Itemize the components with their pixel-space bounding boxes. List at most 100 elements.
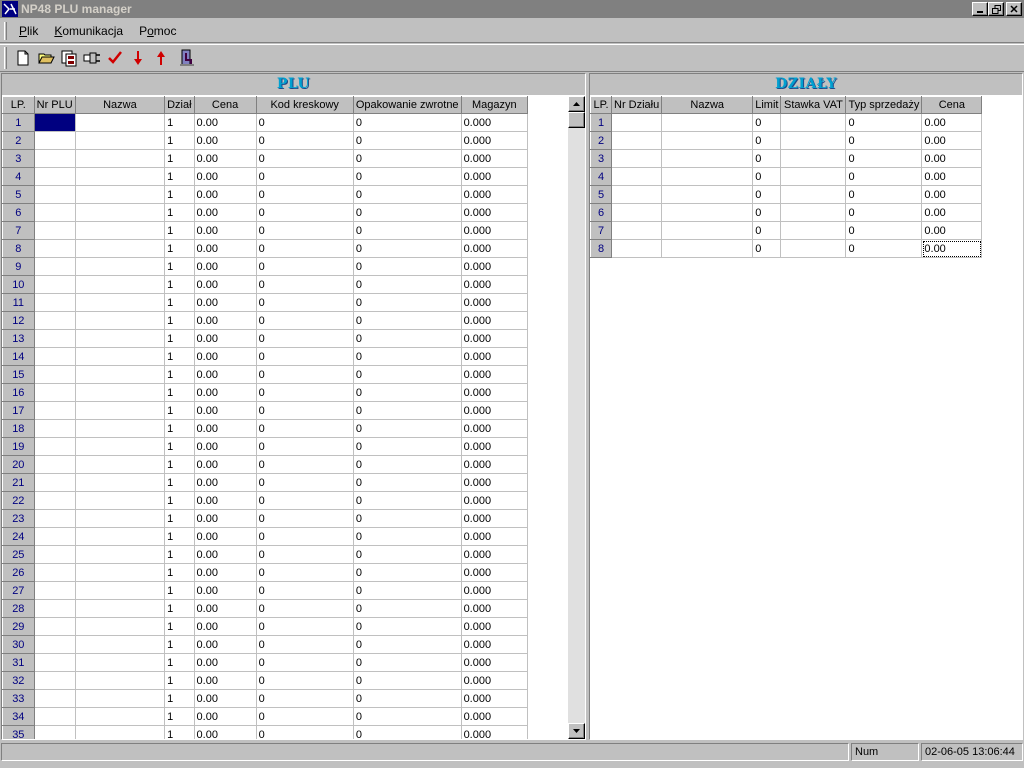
plu-table-row[interactable]: 3 1 0.00 0 0 0.000 xyxy=(2,149,568,168)
dzialy-cell-limit[interactable]: 0 xyxy=(752,239,782,258)
plu-table-row[interactable]: 7 1 0.00 0 0 0.000 xyxy=(2,221,568,240)
plu-row-number[interactable]: 3 xyxy=(2,149,35,168)
plu-cell-dzial[interactable]: 1 xyxy=(164,581,195,600)
plu-cell-opakowanie[interactable]: 0 xyxy=(353,401,462,420)
plu-cell-cena[interactable]: 0.00 xyxy=(194,167,257,186)
plu-cell-opakowanie[interactable]: 0 xyxy=(353,455,462,474)
plu-cell-magazyn[interactable]: 0.000 xyxy=(461,347,529,366)
dzialy-cell-typ[interactable]: 0 xyxy=(845,131,923,150)
plu-cell-nr-plu[interactable] xyxy=(34,185,76,204)
plu-cell-cena[interactable]: 0.00 xyxy=(194,653,257,672)
plu-cell-opakowanie[interactable]: 0 xyxy=(353,149,462,168)
plu-cell-opakowanie[interactable]: 0 xyxy=(353,167,462,186)
plu-cell-nr-plu[interactable] xyxy=(34,437,76,456)
plu-cell-opakowanie[interactable]: 0 xyxy=(353,653,462,672)
plu-table-row[interactable]: 27 1 0.00 0 0 0.000 xyxy=(2,581,568,600)
plu-cell-opakowanie[interactable]: 0 xyxy=(353,617,462,636)
plu-cell-kod[interactable]: 0 xyxy=(256,419,354,438)
plu-cell-dzial[interactable]: 1 xyxy=(164,293,195,312)
dzialy-row-number[interactable]: 7 xyxy=(590,221,612,240)
dzialy-cell-nazwa[interactable] xyxy=(661,167,754,186)
plu-cell-magazyn[interactable]: 0.000 xyxy=(461,635,529,654)
plu-row-number[interactable]: 31 xyxy=(2,653,35,672)
plu-cell-cena[interactable]: 0.00 xyxy=(194,725,257,739)
plu-cell-nr-plu[interactable] xyxy=(34,563,76,582)
plu-row-number[interactable]: 8 xyxy=(2,239,35,258)
plu-cell-magazyn[interactable]: 0.000 xyxy=(461,239,529,258)
plu-cell-kod[interactable]: 0 xyxy=(256,473,354,492)
dzialy-cell-nazwa[interactable] xyxy=(661,185,754,204)
dzialy-cell-limit[interactable]: 0 xyxy=(752,131,782,150)
download-button[interactable] xyxy=(126,47,149,69)
dzialy-column-header[interactable]: Stawka VAT xyxy=(780,96,847,114)
plu-row-number[interactable]: 11 xyxy=(2,293,35,312)
plu-cell-nr-plu[interactable] xyxy=(34,275,76,294)
plu-cell-dzial[interactable]: 1 xyxy=(164,491,195,510)
plu-cell-dzial[interactable]: 1 xyxy=(164,509,195,528)
dzialy-row-number[interactable]: 8 xyxy=(590,239,612,258)
plu-cell-magazyn[interactable]: 0.000 xyxy=(461,167,529,186)
plu-column-header[interactable]: Nazwa xyxy=(74,96,166,114)
plu-cell-kod[interactable]: 0 xyxy=(256,203,354,222)
plu-grid-container[interactable]: LP. Nr PLU Nazwa Dział Cena Kod kreskowy Opako… xyxy=(2,96,568,739)
dzialy-column-header[interactable]: Typ sprzedaży xyxy=(845,96,923,114)
dzialy-cell-nr-dzialu[interactable] xyxy=(611,113,663,132)
plu-cell-cena[interactable]: 0.00 xyxy=(194,239,257,258)
plu-cell-nazwa[interactable] xyxy=(75,617,166,636)
plu-cell-magazyn[interactable]: 0.000 xyxy=(461,509,529,528)
dzialy-cell-stawka[interactable] xyxy=(780,239,847,258)
plu-table-row[interactable]: 6 1 0.00 0 0 0.000 xyxy=(2,203,568,222)
plu-cell-magazyn[interactable]: 0.000 xyxy=(461,113,529,132)
plu-cell-kod[interactable]: 0 xyxy=(256,581,354,600)
dzialy-row-number[interactable]: 2 xyxy=(590,131,612,150)
plu-cell-dzial[interactable]: 1 xyxy=(164,347,195,366)
plu-cell-nr-plu[interactable] xyxy=(34,311,76,330)
plu-cell-opakowanie[interactable]: 0 xyxy=(353,725,462,739)
plu-cell-opakowanie[interactable]: 0 xyxy=(353,275,462,294)
plu-cell-kod[interactable]: 0 xyxy=(256,617,354,636)
plu-column-header[interactable]: Dział xyxy=(164,96,195,114)
plu-row-number[interactable]: 12 xyxy=(2,311,35,330)
plu-row-number[interactable]: 10 xyxy=(2,275,35,294)
plu-cell-nr-plu[interactable] xyxy=(34,473,76,492)
plu-cell-kod[interactable]: 0 xyxy=(256,671,354,690)
minimize-button[interactable] xyxy=(972,2,988,16)
plu-column-header[interactable]: LP. xyxy=(2,96,35,114)
plu-cell-dzial[interactable]: 1 xyxy=(164,689,195,708)
dzialy-cell-nazwa[interactable] xyxy=(661,113,754,132)
dzialy-table-row[interactable]: 8 0 0 0.00 xyxy=(590,239,983,258)
plu-row-number[interactable]: 28 xyxy=(2,599,35,618)
plu-cell-opakowanie[interactable]: 0 xyxy=(353,527,462,546)
dzialy-cell-stawka[interactable] xyxy=(780,113,847,132)
dzialy-cell-typ[interactable]: 0 xyxy=(845,221,923,240)
plu-cell-nr-plu[interactable] xyxy=(34,239,76,258)
plu-cell-nazwa[interactable] xyxy=(75,185,166,204)
plu-cell-kod[interactable]: 0 xyxy=(256,185,354,204)
plu-row-number[interactable]: 34 xyxy=(2,707,35,726)
plu-cell-dzial[interactable]: 1 xyxy=(164,149,195,168)
plu-cell-opakowanie[interactable]: 0 xyxy=(353,293,462,312)
plu-cell-dzial[interactable]: 1 xyxy=(164,401,195,420)
dzialy-cell-stawka[interactable] xyxy=(780,203,847,222)
plu-cell-kod[interactable]: 0 xyxy=(256,653,354,672)
plu-cell-cena[interactable]: 0.00 xyxy=(194,257,257,276)
plu-cell-nazwa[interactable] xyxy=(75,581,166,600)
plu-cell-dzial[interactable]: 1 xyxy=(164,131,195,150)
plu-row-number[interactable]: 27 xyxy=(2,581,35,600)
plu-table-row[interactable]: 35 1 0.00 0 0 0.000 xyxy=(2,725,568,739)
plu-cell-magazyn[interactable]: 0.000 xyxy=(461,257,529,276)
dzialy-cell-stawka[interactable] xyxy=(780,185,847,204)
plu-cell-nr-plu[interactable] xyxy=(34,599,76,618)
dzialy-cell-cena[interactable]: 0.00 xyxy=(921,221,983,240)
plu-cell-cena[interactable]: 0.00 xyxy=(194,617,257,636)
plu-cell-opakowanie[interactable]: 0 xyxy=(353,509,462,528)
plu-table-row[interactable]: 19 1 0.00 0 0 0.000 xyxy=(2,437,568,456)
plu-table-row[interactable]: 33 1 0.00 0 0 0.000 xyxy=(2,689,568,708)
plu-vertical-scrollbar[interactable] xyxy=(568,96,585,739)
plu-cell-kod[interactable]: 0 xyxy=(256,329,354,348)
dzialy-cell-typ[interactable]: 0 xyxy=(845,239,923,258)
plu-cell-kod[interactable]: 0 xyxy=(256,347,354,366)
plu-table-row[interactable]: 25 1 0.00 0 0 0.000 xyxy=(2,545,568,564)
plu-cell-nazwa[interactable] xyxy=(75,365,166,384)
dzialy-row-number[interactable]: 1 xyxy=(590,113,612,132)
